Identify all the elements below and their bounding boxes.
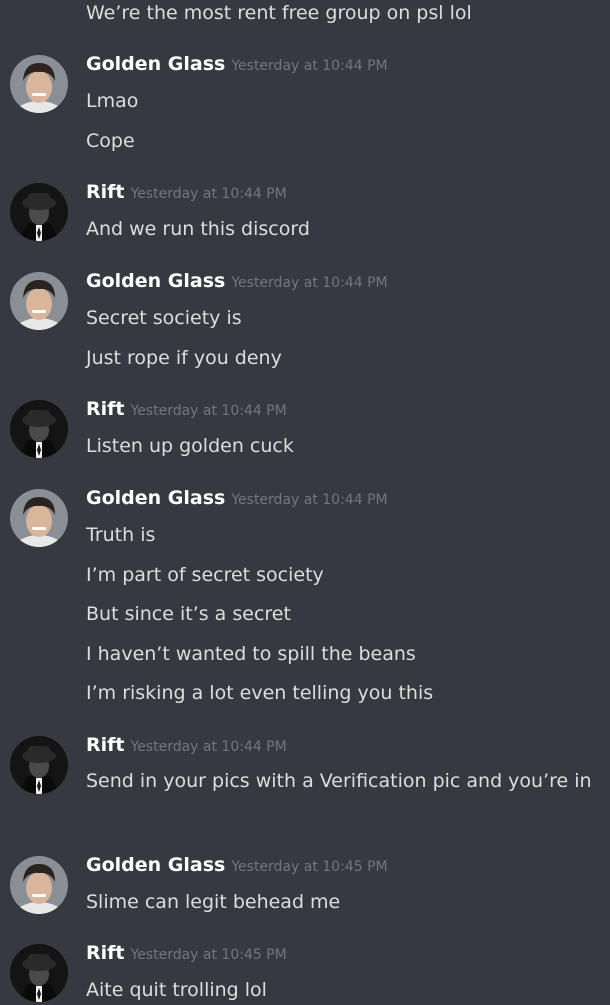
message-text: Lmao	[86, 90, 139, 112]
message-header: Golden Glass Yesterday at 10:44 PM	[86, 270, 388, 292]
author-name[interactable]: Rift	[86, 942, 125, 964]
message-timestamp: Yesterday at 10:44 PM	[231, 58, 388, 74]
message-text: Aite quit trolling lol	[86, 979, 267, 1001]
avatar-rift[interactable]	[10, 944, 68, 1002]
avatar-golden-glass[interactable]	[10, 489, 68, 547]
author-name[interactable]: Rift	[86, 734, 125, 756]
message-text: Send in your pics with a Verification pi…	[86, 770, 592, 792]
message-timestamp: Yesterday at 10:44 PM	[130, 186, 287, 202]
message-header: Golden Glass Yesterday at 10:45 PM	[86, 854, 388, 876]
message-text: But since it’s a secret	[86, 603, 291, 625]
message-timestamp: Yesterday at 10:44 PM	[231, 492, 388, 508]
message-header: Rift Yesterday at 10:45 PM	[86, 942, 287, 964]
message-text: We’re the most rent free group on psl lo…	[86, 2, 472, 24]
avatar-rift[interactable]	[10, 400, 68, 458]
avatar-golden-glass[interactable]	[10, 856, 68, 914]
message-text: Cope	[86, 130, 135, 152]
message-timestamp: Yesterday at 10:45 PM	[231, 859, 388, 875]
message-text: I’m risking a lot even telling you this	[86, 682, 434, 704]
message-text: Just rope if you deny	[86, 347, 282, 369]
message-header: Rift Yesterday at 10:44 PM	[86, 181, 287, 203]
message-timestamp: Yesterday at 10:44 PM	[130, 403, 287, 419]
avatar-golden-glass[interactable]	[10, 272, 68, 330]
message-timestamp: Yesterday at 10:45 PM	[130, 947, 287, 963]
author-name[interactable]: Golden Glass	[86, 487, 225, 509]
message-header: Rift Yesterday at 10:44 PM	[86, 734, 287, 756]
avatar-golden-glass[interactable]	[10, 55, 68, 113]
message-text: Slime can legit behead me	[86, 891, 341, 913]
message-text: Secret society is	[86, 307, 242, 329]
message-text: Listen up golden cuck	[86, 435, 294, 457]
message-timestamp: Yesterday at 10:44 PM	[231, 275, 388, 291]
author-name[interactable]: Golden Glass	[86, 53, 225, 75]
author-name[interactable]: Golden Glass	[86, 270, 225, 292]
avatar-rift[interactable]	[10, 736, 68, 794]
chat-messages: We’re the most rent free group on psl lo…	[0, 0, 610, 1002]
message-header: Golden Glass Yesterday at 10:44 PM	[86, 53, 388, 75]
message-timestamp: Yesterday at 10:44 PM	[130, 739, 287, 755]
author-name[interactable]: Rift	[86, 398, 125, 420]
author-name[interactable]: Golden Glass	[86, 854, 225, 876]
author-name[interactable]: Rift	[86, 181, 125, 203]
message-text: I haven’t wanted to spill the beans	[86, 643, 416, 665]
message-text: And we run this discord	[86, 218, 310, 240]
message-text: Truth is	[86, 524, 156, 546]
message-header: Golden Glass Yesterday at 10:44 PM	[86, 487, 388, 509]
avatar-rift[interactable]	[10, 183, 68, 241]
message-text: I’m part of secret society	[86, 564, 324, 586]
message-header: Rift Yesterday at 10:44 PM	[86, 398, 287, 420]
